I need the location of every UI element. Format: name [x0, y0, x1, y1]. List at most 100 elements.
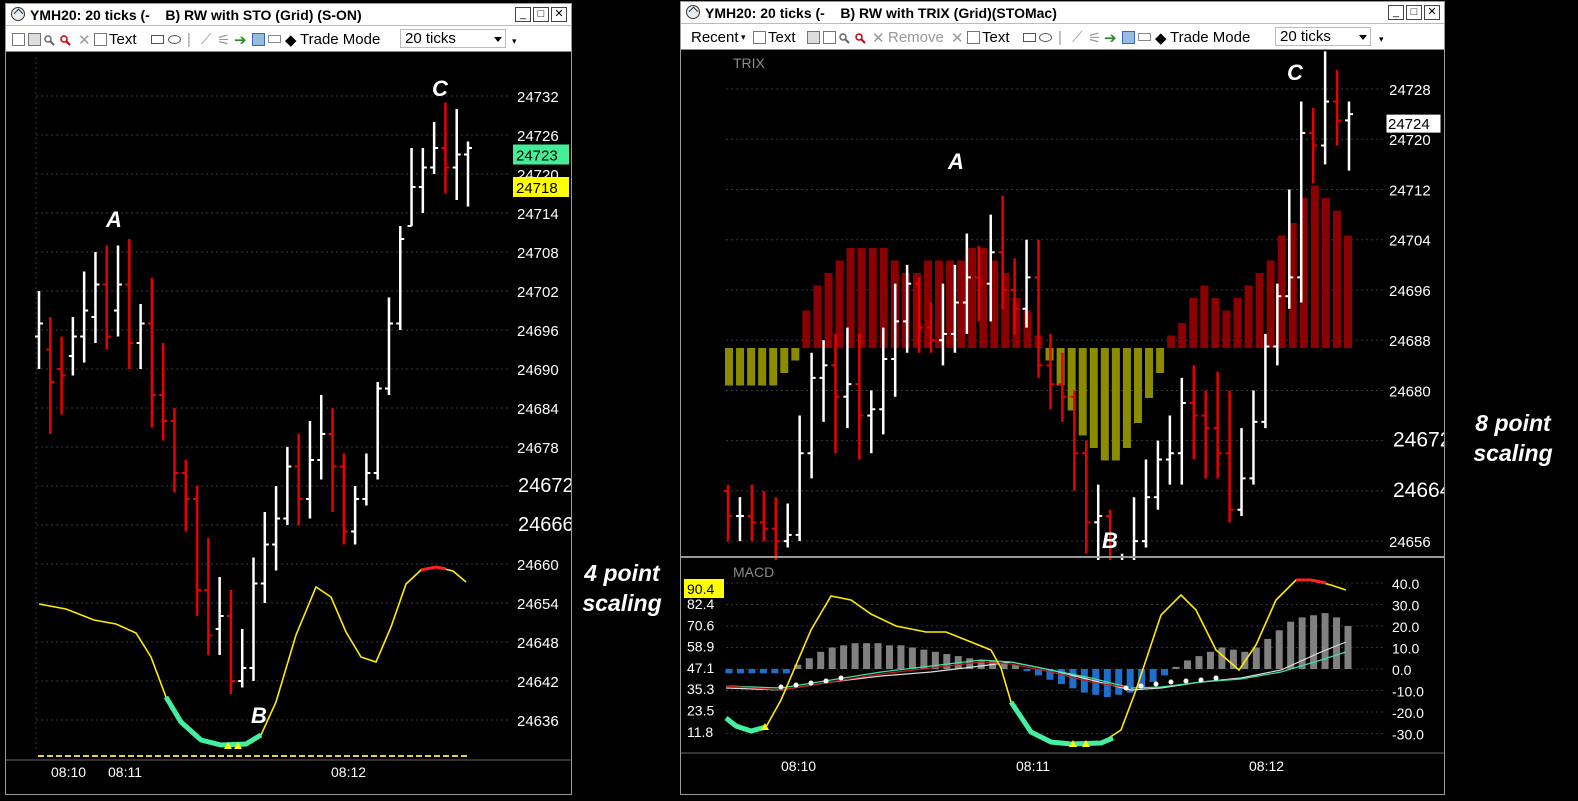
box-tool-icon[interactable] — [1138, 33, 1151, 41]
left-chart-window[interactable]: YMH20: 20 ticks (- B) RW with STO (Grid)… — [5, 3, 572, 795]
grid-tool-icon[interactable] — [823, 31, 836, 44]
text-tool-label[interactable]: Text — [768, 29, 796, 46]
toolbar-overflow-icon[interactable]: ▾ — [1379, 34, 1384, 45]
vertical-line-tool-icon[interactable]: | — [187, 31, 191, 48]
rectangle-tool-icon[interactable] — [1023, 33, 1036, 42]
text2-tool-label[interactable]: Text — [982, 29, 1010, 46]
maximize-button[interactable]: □ — [533, 7, 549, 22]
trix-histogram-bar — [1233, 298, 1242, 348]
macd-signal-dot — [1198, 677, 1204, 683]
price-axis-label: 24642 — [517, 674, 559, 691]
price-axis-label: 24720 — [1389, 132, 1431, 149]
macd-left-axis-label: 58.9 — [687, 639, 714, 655]
remove-label[interactable]: Remove — [888, 29, 944, 46]
right-title-bar[interactable]: YMH20: 20 ticks (- B) RW with TRIX (Grid… — [681, 2, 1444, 24]
right-chart-window[interactable]: YMH20: 20 ticks (- B) RW with TRIX (Grid… — [680, 1, 1445, 795]
zoom-in-icon[interactable] — [44, 33, 55, 46]
trend-line-tool-icon[interactable]: ⟋ — [1072, 29, 1083, 46]
trade-mode-icon[interactable]: ◆ — [1155, 29, 1167, 47]
trix-histogram-bar — [1078, 348, 1087, 436]
minimize-button[interactable]: _ — [1388, 5, 1404, 20]
recent-dropdown-icon[interactable]: ▾ — [741, 32, 746, 43]
trix-histogram-bar — [736, 348, 745, 386]
time-axis-label: 08:12 — [331, 764, 366, 780]
ellipse-tool-icon[interactable] — [1039, 33, 1052, 42]
macd-left-tag: 90.4 — [687, 581, 714, 597]
left-price-chart[interactable]: 2473224726247202471424708247022469624690… — [6, 52, 571, 794]
trade-mode-icon[interactable]: ◆ — [285, 31, 297, 49]
macd-histogram-bar — [736, 669, 744, 674]
zoom-out-icon[interactable] — [855, 31, 866, 44]
arrow-tool-icon[interactable]: ➔ — [1104, 29, 1117, 47]
price-axis-label: 24664 — [1393, 479, 1444, 502]
rectangle-tool-icon[interactable] — [151, 35, 164, 44]
export-tool-icon[interactable] — [1122, 31, 1135, 44]
export-tool-icon[interactable] — [252, 33, 265, 46]
ticks-select[interactable]: 20 ticks — [400, 29, 506, 48]
zoom-out-icon[interactable] — [60, 33, 71, 46]
price-axis-label: 24726 — [517, 128, 559, 145]
trix-histogram-bar — [835, 260, 844, 348]
macd-histogram-bar — [885, 645, 893, 669]
cursor-tool-icon[interactable] — [12, 33, 25, 46]
macd-histogram-bar — [725, 669, 733, 674]
trix-histogram-bar — [824, 273, 833, 348]
fib-tool-icon[interactable]: ⚟ — [217, 31, 230, 49]
trix-histogram-bar — [791, 348, 800, 361]
trix-histogram-bar — [957, 260, 966, 348]
trix-histogram-bar — [968, 248, 977, 348]
maximize-button[interactable]: □ — [1406, 5, 1422, 20]
macd-right-axis-label: 20.0 — [1392, 619, 1419, 635]
price-axis-label: 24696 — [517, 323, 559, 340]
macd-histogram-bar — [759, 669, 767, 674]
toolbar-overflow-icon[interactable]: ▾ — [512, 36, 517, 47]
delete-icon[interactable]: ✕ — [951, 29, 964, 47]
text2-tool-icon[interactable] — [967, 31, 980, 44]
macd-right-axis-label: 10.0 — [1392, 641, 1419, 657]
text-tool-label[interactable]: Text — [109, 31, 137, 48]
fib-tool-icon[interactable]: ⚟ — [1088, 29, 1101, 47]
box-tool-icon[interactable] — [268, 35, 281, 43]
macd-histogram-bar — [908, 647, 916, 669]
right-macd-panel[interactable]: MACD 40.0 30.0 20.0 10.0 0.0 -10.0 -20.0 -30.0 82… — [681, 560, 1444, 795]
chart-tool-icon[interactable] — [28, 33, 41, 46]
macd-histogram-bar — [1206, 651, 1214, 669]
macd-histogram-bar — [1184, 660, 1192, 669]
trix-histogram-bar — [1156, 348, 1165, 373]
text-tool-icon[interactable] — [753, 31, 766, 44]
vertical-line-tool-icon[interactable]: | — [1058, 29, 1062, 46]
minimize-button[interactable]: _ — [515, 7, 531, 22]
zoom-in-icon[interactable] — [839, 31, 850, 44]
ellipse-tool-icon[interactable] — [168, 35, 181, 44]
macd-signal-dot — [838, 675, 844, 681]
macd-histogram-bar — [748, 669, 756, 674]
right-price-chart[interactable]: TRIX 24728 24720 24712 24704 24696 24688 24680 2… — [681, 50, 1444, 560]
price-axis-label: 24728 — [1389, 82, 1431, 99]
macd-left-axis-label: 11.8 — [687, 724, 713, 740]
macd-histogram-bar — [1333, 617, 1341, 669]
macd-right-axis-label: 30.0 — [1392, 598, 1419, 614]
trade-mode-label[interactable]: Trade Mode — [1170, 29, 1250, 46]
macd-left-axis-label: 47.1 — [687, 660, 714, 676]
left-title-bar[interactable]: YMH20: 20 ticks (- B) RW with STO (Grid)… — [6, 4, 571, 26]
close-button[interactable]: ✕ — [1424, 5, 1440, 20]
trix-histogram-bar — [868, 248, 877, 348]
close-button[interactable]: ✕ — [551, 7, 567, 22]
chart-tool-icon[interactable] — [807, 31, 820, 44]
ticks-select[interactable]: 20 ticks — [1275, 27, 1371, 46]
delete-icon[interactable]: ✕ — [78, 31, 91, 49]
trend-line-tool-icon[interactable]: ⟋ — [201, 31, 212, 48]
trix-histogram-bar — [813, 285, 822, 348]
trade-mode-label[interactable]: Trade Mode — [300, 31, 380, 48]
recent-menu[interactable]: Recent — [691, 29, 739, 46]
time-axis-label: 08:10 — [51, 764, 86, 780]
arrow-tool-icon[interactable]: ➔ — [234, 31, 247, 49]
remove-icon[interactable]: ✕ — [872, 29, 885, 47]
text-tool-icon[interactable] — [94, 33, 107, 46]
trix-histogram-bar — [1178, 323, 1187, 348]
trix-histogram-bar — [1332, 210, 1341, 348]
price-axis-label: 24648 — [517, 635, 559, 652]
trix-histogram-bar — [1189, 298, 1198, 348]
time-axis-label: 08:11 — [1016, 758, 1050, 774]
macd-signal-dot — [793, 682, 799, 688]
